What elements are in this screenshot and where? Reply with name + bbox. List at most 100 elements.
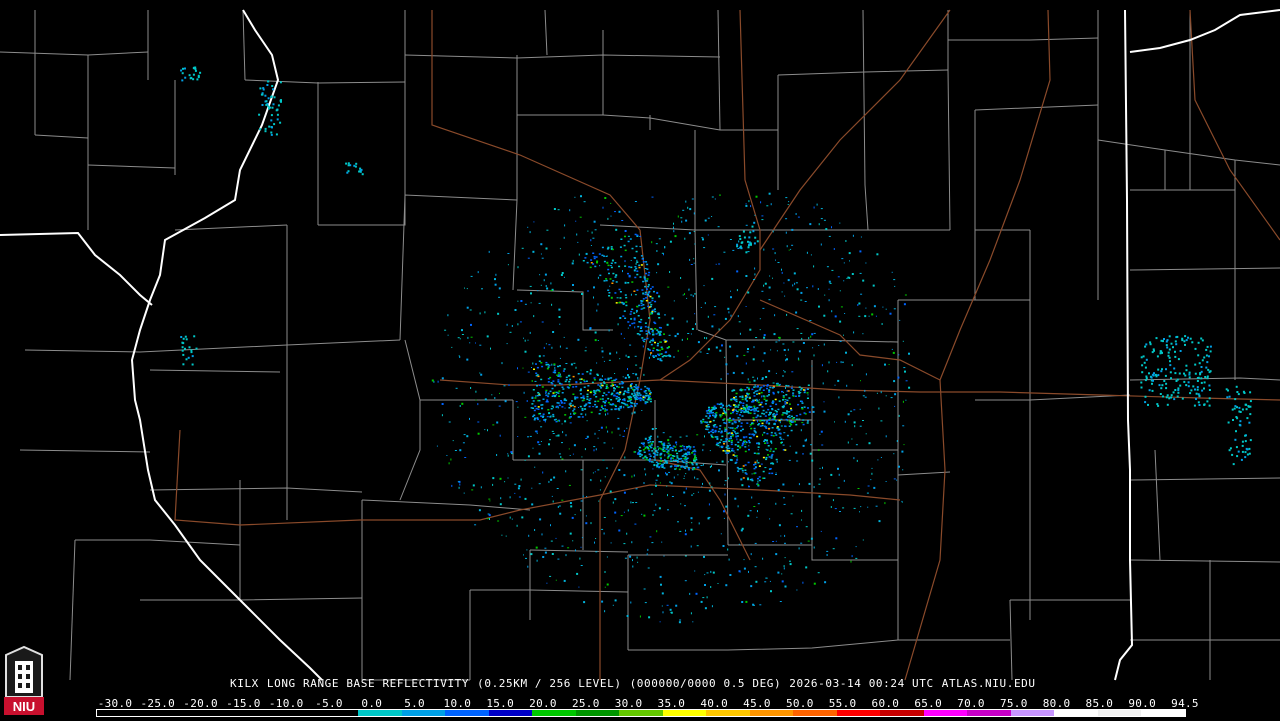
echo-pixel: [719, 194, 721, 196]
echo-pixel: [603, 517, 606, 518]
echo-pixel: [622, 402, 625, 404]
echo-pixel: [844, 420, 846, 423]
echo-pixel: [888, 364, 890, 365]
echo-pixel: [641, 289, 644, 291]
echo-pixel: [745, 411, 748, 413]
echo-pixel: [784, 449, 787, 451]
echo-pixel: [868, 442, 871, 445]
echo-pixel: [738, 543, 740, 545]
echo-pixel: [694, 455, 697, 457]
echo-pixel: [758, 479, 761, 482]
echo-pixel: [897, 376, 900, 379]
echo-pixel: [636, 333, 639, 335]
echo-pixel: [597, 384, 600, 386]
echo-pixel: [658, 447, 661, 449]
echo-pixel: [268, 107, 270, 110]
echo-pixel: [860, 506, 862, 508]
echo-pixel: [609, 278, 612, 280]
echo-pixel: [740, 389, 743, 392]
echo-pixel: [774, 448, 777, 450]
echo-pixel: [551, 346, 553, 349]
echo-pixel: [522, 367, 524, 369]
echo-pixel: [627, 282, 630, 284]
echo-pixel: [608, 295, 611, 297]
echo-pixel: [745, 473, 748, 475]
echo-pixel: [690, 264, 693, 265]
echo-pixel: [459, 483, 461, 486]
echo-pixel: [781, 271, 783, 274]
echo-pixel: [554, 371, 557, 374]
echo-pixel: [536, 559, 538, 562]
echo-pixel: [743, 440, 746, 442]
echo-pixel: [652, 338, 654, 340]
echo-pixel: [772, 382, 775, 384]
echo-pixel: [437, 380, 439, 383]
echo-pixel: [608, 359, 611, 361]
echo-pixel: [775, 502, 777, 505]
echo-pixel: [587, 290, 589, 292]
echo-pixel: [753, 412, 756, 415]
echo-pixel: [441, 414, 443, 417]
echo-pixel: [801, 402, 804, 404]
echo-pixel: [840, 306, 843, 308]
echo-pixel: [618, 383, 621, 385]
echo-pixel: [770, 431, 773, 434]
echo-pixel: [791, 228, 794, 231]
state-borders: [0, 9, 1280, 681]
echo-pixel: [1164, 374, 1167, 377]
echo-pixel: [496, 454, 498, 456]
echo-pixel: [614, 262, 617, 264]
echo-pixel: [753, 506, 756, 507]
scale-swatch: [358, 710, 402, 716]
echo-pixel: [765, 458, 768, 461]
echo-pixel: [792, 495, 794, 497]
echo-pixel: [643, 456, 646, 459]
echo-pixel: [611, 380, 614, 382]
echo-pixel: [585, 380, 588, 382]
echo-pixel: [600, 426, 603, 429]
echo-pixel: [624, 317, 627, 319]
echo-pixel: [746, 351, 749, 353]
echo-pixel: [1245, 403, 1248, 406]
echo-pixel: [757, 452, 760, 455]
echo-pixel: [676, 461, 679, 463]
echo-pixel: [748, 408, 751, 411]
echo-pixel: [604, 476, 606, 478]
echo-pixel: [871, 467, 873, 469]
echo-pixel: [640, 454, 643, 456]
radar-id: KILX: [230, 677, 259, 690]
echo-pixel: [809, 320, 812, 321]
echo-pixel: [637, 377, 639, 379]
echo-pixel: [728, 311, 730, 314]
echo-pixel: [571, 400, 573, 402]
echo-pixel: [610, 377, 613, 379]
echo-pixel: [470, 336, 473, 338]
echo-pixel: [345, 162, 348, 165]
echo-pixel: [778, 339, 780, 342]
echo-pixel: [607, 289, 610, 291]
echo-pixel: [646, 278, 649, 280]
echo-pixel: [578, 586, 580, 588]
echo-pixel: [795, 451, 798, 454]
echo-pixel: [826, 266, 829, 268]
echo-pixel: [639, 450, 642, 452]
echo-pixel: [743, 567, 746, 570]
echo-pixel: [714, 415, 717, 418]
echo-pixel: [466, 288, 468, 290]
echo-pixel: [703, 555, 705, 558]
echo-pixel: [893, 308, 896, 310]
echo-pixel: [811, 365, 813, 367]
echo-pixel: [576, 572, 579, 575]
echo-pixel: [655, 464, 658, 467]
echo-pixel: [488, 514, 491, 517]
echo-pixel: [1162, 340, 1164, 343]
echo-pixel: [775, 413, 778, 415]
echo-pixel: [663, 555, 665, 557]
echo-pixel: [746, 405, 749, 408]
echo-pixel: [820, 243, 822, 246]
echo-pixel: [623, 491, 626, 494]
echo-pixel: [638, 266, 641, 269]
echo-pixel: [583, 201, 586, 203]
echo-pixel: [1168, 397, 1171, 400]
echo-pixel: [811, 333, 814, 336]
